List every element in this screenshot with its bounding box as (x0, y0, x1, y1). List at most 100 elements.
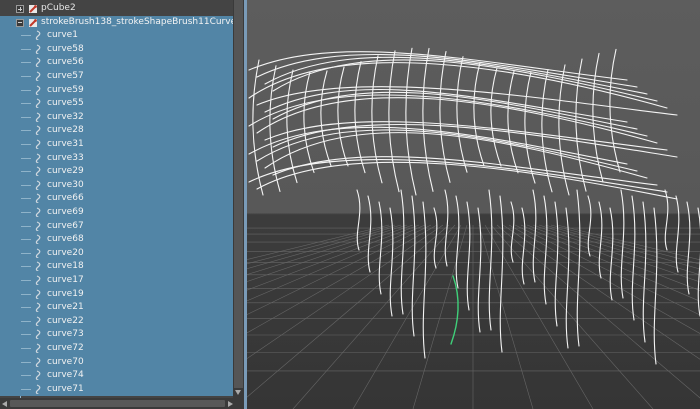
vertical-scroll-thumb[interactable] (234, 0, 243, 388)
stroke-curve[interactable] (400, 189, 405, 315)
stroke-curve[interactable] (303, 71, 315, 173)
stroke-curve[interactable] (378, 201, 383, 295)
outliner-curve-item[interactable]: curve55 (0, 97, 233, 111)
hierarchy-connector (21, 252, 31, 254)
curve-label: curve70 (47, 356, 84, 367)
hierarchy-connector (21, 184, 31, 186)
scroll-down-arrow-icon[interactable] (235, 390, 241, 395)
outliner-curve-item[interactable]: curve70 (0, 355, 233, 370)
outliner-curve-item[interactable]: curve59 (0, 83, 233, 98)
stroke-curves[interactable] (248, 47, 700, 365)
outliner-curve-item[interactable]: curve32 (0, 110, 233, 125)
curve-icon (35, 261, 41, 272)
outliner-item[interactable]: strokeBrush138_strokeShapeBrush11Curves (0, 15, 233, 30)
curve-icon (35, 85, 41, 95)
curve-icon (35, 98, 41, 109)
stroke-curve[interactable] (473, 62, 485, 167)
stroke-curve[interactable] (466, 201, 471, 311)
stroke-curve[interactable] (664, 189, 669, 251)
outliner-curve-item[interactable]: curve58 (0, 42, 233, 57)
active-curve[interactable] (450, 275, 459, 345)
curve-label: curve32 (47, 111, 84, 122)
stroke-curve[interactable] (389, 207, 394, 317)
outliner-curve-item[interactable]: curve1 (0, 29, 233, 43)
hierarchy-connector (21, 48, 31, 50)
hierarchy-connector (21, 361, 31, 363)
curve-label: curve68 (47, 234, 84, 245)
outliner-curve-item[interactable]: curve74 (0, 369, 233, 383)
stroke-curve[interactable] (524, 71, 536, 184)
stroke-curve[interactable] (653, 207, 658, 365)
horizontal-scroll-thumb[interactable] (10, 400, 225, 407)
stroke-curve[interactable] (576, 189, 581, 347)
stroke-curve[interactable] (456, 56, 468, 173)
stroke-curve[interactable] (272, 156, 658, 186)
outliner-curve-item[interactable]: curve72 (0, 342, 233, 356)
outliner-curve-item[interactable]: curve20 (0, 246, 233, 261)
stroke-curve[interactable] (510, 201, 515, 263)
stroke-curve[interactable] (490, 67, 502, 167)
hierarchy-connector (21, 35, 31, 37)
stroke-curve[interactable] (354, 61, 366, 174)
hierarchy-connector (21, 388, 31, 390)
stroke-curve[interactable] (499, 195, 504, 353)
outliner-curve-item[interactable]: curve56 (0, 56, 233, 70)
outliner-curve-item[interactable]: curve73 (0, 328, 233, 342)
stroke-curve[interactable] (371, 55, 383, 184)
outliner-item[interactable]: pCube2 (0, 2, 233, 16)
stroke-curve[interactable] (422, 47, 434, 192)
outliner-curve-item[interactable]: curve22 (0, 314, 233, 329)
outliner-curve-item[interactable]: curve17 (0, 274, 233, 288)
stroke-curve[interactable] (256, 161, 678, 200)
stroke-curve[interactable] (337, 66, 349, 167)
curve-icon (35, 44, 41, 54)
hierarchy-connector (21, 293, 31, 295)
vertical-scrollbar[interactable] (233, 0, 244, 398)
hierarchy-connector (21, 116, 31, 118)
stroke-curve[interactable] (609, 207, 614, 301)
stroke-curve[interactable] (587, 195, 592, 257)
curve-label: curve73 (47, 329, 84, 340)
curve-icon (35, 329, 41, 340)
outliner-curve-item[interactable]: curve30 (0, 178, 233, 193)
stroke-curve[interactable] (521, 207, 526, 285)
scroll-left-arrow-icon[interactable] (2, 401, 7, 407)
stroke-curve[interactable] (554, 201, 559, 327)
stroke-curve[interactable] (264, 132, 648, 179)
stroke-curve[interactable] (356, 189, 361, 251)
outliner-curve-item[interactable]: curve57 (0, 70, 233, 84)
stroke-curve[interactable] (252, 59, 264, 196)
stroke-curve[interactable] (320, 70, 332, 167)
hierarchy-connector (21, 320, 31, 322)
grid-line (412, 224, 468, 409)
3d-viewport[interactable] (247, 0, 700, 409)
curve-label: curve71 (47, 383, 84, 394)
stroke-curve[interactable] (642, 201, 647, 343)
outliner-curve-item[interactable]: curve66 (0, 192, 233, 206)
outliner-curve-item[interactable]: curve67 (0, 219, 233, 234)
hierarchy-connector (21, 334, 31, 336)
outliner-curve-item[interactable]: curve33 (0, 151, 233, 166)
stroke-curve[interactable] (686, 201, 691, 295)
stroke-curve[interactable] (433, 207, 438, 269)
grid-line (247, 224, 396, 265)
expand-plus-icon[interactable] (16, 5, 24, 13)
outliner-curve-item[interactable]: curve69 (0, 206, 233, 220)
outliner-curve-item[interactable]: curve31 (0, 138, 233, 152)
stroke-curve[interactable] (507, 70, 519, 174)
collapse-minus-icon[interactable] (16, 18, 24, 27)
stroke-curve[interactable] (286, 69, 298, 184)
horizontal-scrollbar[interactable] (0, 398, 244, 409)
stroke-curve[interactable] (631, 195, 636, 321)
outliner-curve-item[interactable]: curve19 (0, 287, 233, 302)
scroll-right-arrow-icon[interactable] (228, 401, 233, 407)
stroke-curve[interactable] (532, 189, 537, 283)
outliner-curve-item[interactable]: curve21 (0, 301, 233, 315)
outliner-curve-item[interactable]: curve71 (0, 382, 233, 397)
outliner-curve-item[interactable]: curve18 (0, 260, 233, 274)
outliner-curve-item[interactable]: curve68 (0, 233, 233, 247)
outliner-curve-item[interactable]: curve28 (0, 124, 233, 138)
stroke-curve[interactable] (411, 195, 416, 337)
outliner-curve-item[interactable]: curve29 (0, 165, 233, 179)
stroke-curve[interactable] (609, 48, 621, 173)
